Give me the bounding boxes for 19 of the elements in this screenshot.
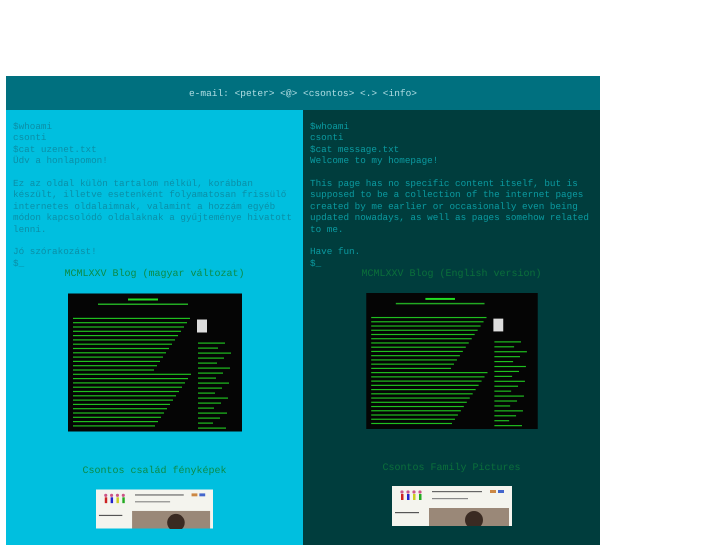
- intro-paragraph: This page has no specific content itself, but is supposed to be a collection of the internet pages created by me earlier or occasionally even being updated nowadays, as well as pages somehow related to me.: [310, 178, 590, 236]
- terminal-line: csonti: [13, 132, 48, 144]
- prompt-line: $_: [13, 258, 26, 270]
- terminal-line: $cat uzenet.txt: [13, 144, 98, 156]
- closing-line: Jó szórakozást!: [13, 246, 98, 258]
- site-link[interactable]: Csontos család fényképek: [82, 466, 227, 478]
- closing-line: Have fun.: [310, 246, 362, 258]
- blog-screenshot-thumbnail[interactable]: [68, 292, 242, 432]
- terminal-line: Welcome to my homepage!: [310, 155, 440, 167]
- site-link[interactable]: MCMLXXV Blog (magyar változat): [64, 269, 245, 281]
- family-site-screenshot-thumbnail[interactable]: [96, 489, 213, 530]
- terminal-line: $whoami: [13, 121, 54, 132]
- email-text: e-mail: <peter> <@> <csontos> <.> <info>: [188, 88, 418, 98]
- terminal-line: $cat message.txt: [310, 144, 400, 156]
- terminal-line: csonti: [310, 132, 344, 144]
- terminal-line: $whoami: [310, 121, 350, 132]
- prompt-line: $_: [310, 258, 322, 270]
- intro-paragraph: Ez az oldal külön tartalom nélkül, korábban készült, illetve esetenként folyamatosan frissülő internetes oldalaimnak, valamint a hozzám egyéb módon kapcsolódó oldalaknak a gyűjteménye hivatott lenni.: [13, 178, 293, 236]
- terminal-line: Üdv a honlapomon!: [13, 155, 109, 167]
